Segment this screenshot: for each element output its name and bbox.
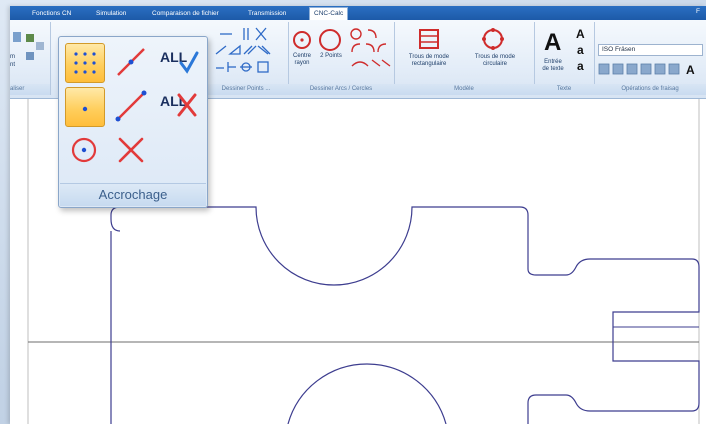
- all-on-text: ALL: [160, 49, 188, 65]
- ribbon-group-modele: Trous de mode rectangulaire Trous de mod…: [394, 22, 535, 95]
- intersection-snap-button[interactable]: [112, 131, 150, 169]
- snap-settings-panel: ALL ALL Accrochage: [58, 36, 208, 208]
- arc-variants-icons[interactable]: [348, 26, 392, 72]
- ribbon-group-label-modele: Modèle: [394, 84, 534, 95]
- trous-rect-label: Trous de mode rectangulaire: [408, 54, 450, 67]
- circle-two-points-icon[interactable]: [318, 28, 342, 52]
- ribbon-group-label-left: aliser: [10, 84, 50, 95]
- entree-de-texte-label: Entrée de texte: [542, 59, 564, 72]
- circle-center-icon: [71, 137, 97, 163]
- machine-select[interactable]: ISO Fräsen: [598, 44, 703, 56]
- rectangular-hole-pattern-icon[interactable]: [416, 27, 442, 51]
- grid-points-snap-button[interactable]: [65, 43, 105, 83]
- tools-icon[interactable]: [12, 30, 46, 70]
- all-snap-off-button[interactable]: ALL: [159, 87, 197, 125]
- ribbon-group-label-dessiner-arcs: Dessiner Arcs / Cercles: [288, 84, 394, 95]
- tab-comparaison-de-fichier[interactable]: Comparaison de fichier: [152, 8, 219, 20]
- point-snap-button[interactable]: [65, 87, 105, 127]
- tab-fonctions-cn[interactable]: Fonctions CN: [32, 8, 71, 20]
- ribbon-group-label-operations: Opérations de fraisag: [594, 84, 706, 95]
- point-snap-icon: [82, 106, 88, 112]
- all-snap-on-button[interactable]: ALL: [159, 43, 199, 81]
- ribbon-group-label-dessiner-points: Dessiner Points ...: [204, 84, 288, 95]
- intersection-icon: [118, 137, 144, 163]
- draw-lines-icons[interactable]: [208, 24, 284, 84]
- all-cross-icon: ALL: [160, 93, 197, 117]
- svg-text:A: A: [544, 29, 561, 56]
- line-snap-button[interactable]: [112, 43, 150, 81]
- svg-text:a: a: [577, 43, 584, 57]
- tab-cnc-calc[interactable]: CNC-Calc: [309, 7, 349, 21]
- line-endpoint-snap-icon: [115, 90, 147, 122]
- ribbon-group-label-texte: Texte: [534, 84, 594, 95]
- left-fragment-label-a: m: [10, 54, 15, 60]
- tab-transmission[interactable]: Transmission: [248, 8, 286, 20]
- line-point-snap-button[interactable]: [112, 87, 150, 125]
- line-snap-icon: [117, 48, 145, 76]
- circle-center-snap-button[interactable]: [65, 131, 103, 169]
- tab-overflow-label: F: [696, 8, 700, 15]
- ribbon-group-dessiner-points: Dessiner Points ...: [204, 22, 289, 95]
- trous-circ-label: Trous de mode circulaire: [474, 54, 516, 67]
- ribbon-group-texte: A A a a Entrée de texte Texte: [534, 22, 595, 95]
- circle-center-radius-icon[interactable]: [292, 30, 312, 50]
- grid-points-icon: [74, 52, 96, 74]
- centre-rayon-label: Centre rayon: [292, 53, 311, 66]
- milling-operations-icons[interactable]: A: [598, 62, 706, 76]
- ribbon-group-left-partial: m nt aliser: [10, 22, 51, 95]
- all-check-icon: ALL: [160, 49, 199, 74]
- ribbon-tab-bar: Fonctions CN Simulation Comparaison de f…: [10, 6, 706, 21]
- tab-simulation[interactable]: Simulation: [96, 8, 126, 20]
- svg-text:A: A: [686, 63, 695, 76]
- ribbon-group-dessiner-arcs: Centre rayon 2 Points Dessiner Arcs / Ce…: [288, 22, 395, 95]
- left-fragment-label-b: nt: [10, 62, 16, 68]
- two-points-label: 2 Points: [320, 53, 342, 59]
- circular-hole-pattern-icon[interactable]: [480, 26, 506, 52]
- ribbon-group-operations: ISO Fräsen A Opérations de fraisag: [594, 22, 706, 95]
- cnc-application-window: Fonctions CN Simulation Comparaison de f…: [10, 6, 706, 424]
- svg-text:A: A: [576, 27, 585, 41]
- svg-text:a: a: [577, 59, 584, 73]
- snap-panel-title: Accrochage: [60, 183, 206, 206]
